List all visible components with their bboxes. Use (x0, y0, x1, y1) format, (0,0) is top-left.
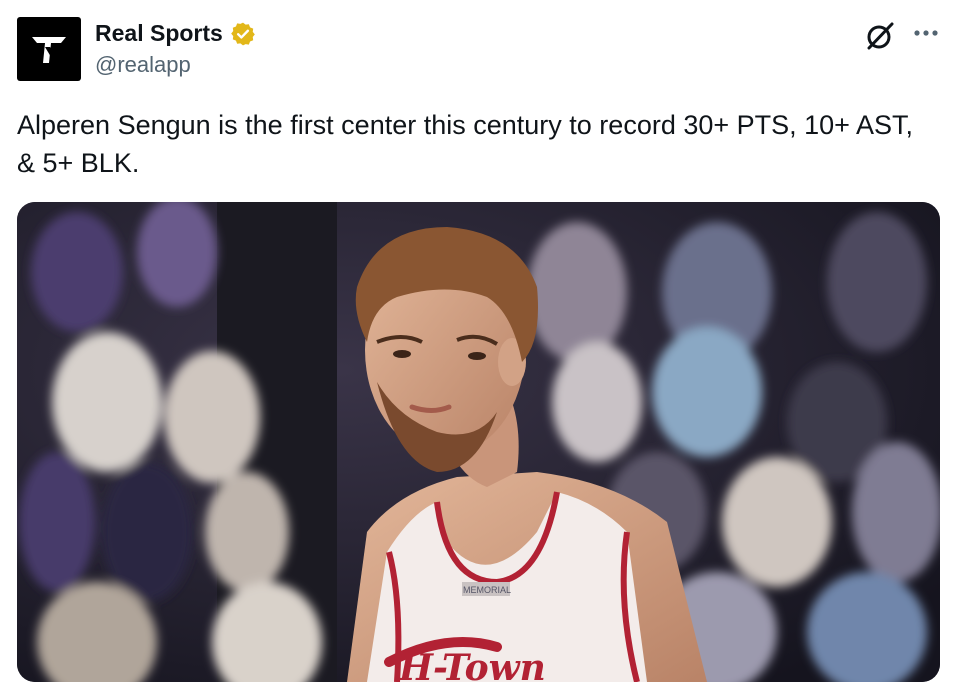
author-avatar[interactable] (17, 17, 81, 81)
player-photo: MEMORIAL H-Town (17, 202, 940, 682)
author-display-name[interactable]: Real Sports (95, 20, 223, 47)
jersey-wordmark-text: H-Town (398, 647, 546, 682)
author-display-name-row[interactable]: Real Sports (95, 20, 256, 47)
verified-badge-icon[interactable] (230, 21, 256, 47)
real-sports-logo-icon (32, 37, 66, 63)
more-options-icon[interactable] (912, 22, 940, 44)
tweet-text: Alperen Sengun is the first center this … (17, 110, 913, 178)
author-handle[interactable]: @realapp (95, 52, 191, 78)
jersey-tag-text: MEMORIAL (463, 585, 511, 595)
tweet-media-image[interactable]: MEMORIAL H-Town (17, 202, 940, 682)
grok-icon[interactable] (864, 20, 896, 52)
